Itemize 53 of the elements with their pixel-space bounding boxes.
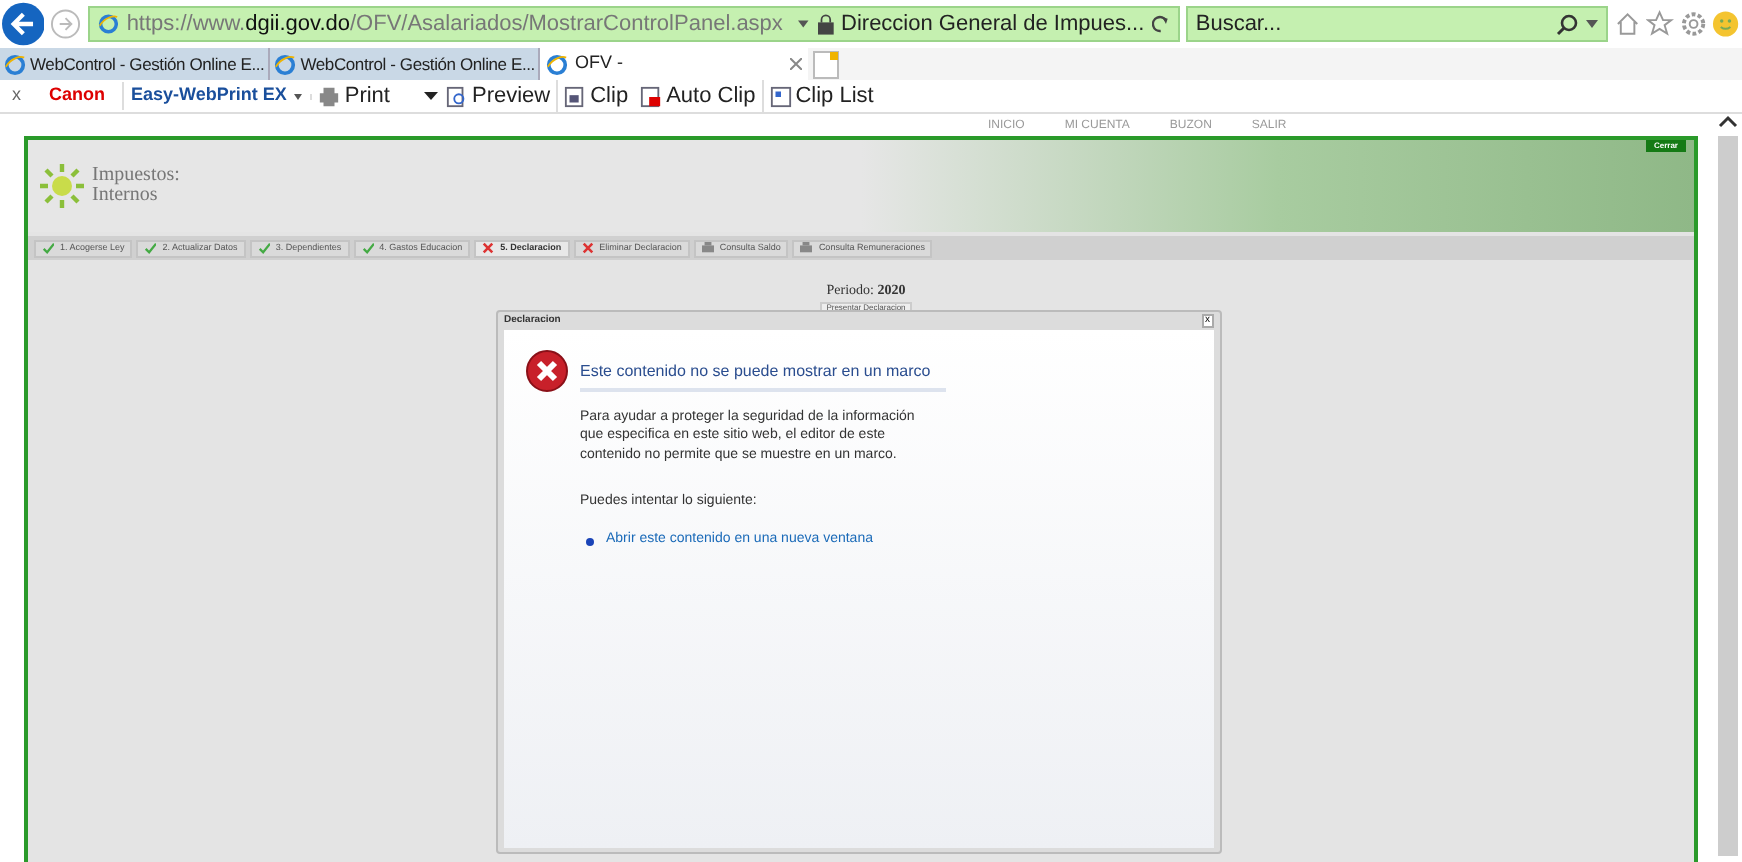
close-toolbar-button[interactable]: x (0, 82, 33, 110)
auto-clip-icon (640, 85, 663, 107)
sun-logo-icon (38, 162, 86, 210)
check-icon (257, 242, 270, 254)
addon-menu[interactable]: Easy-WebPrint EX (123, 82, 295, 110)
url-text: https://www.dgii.gov.do/OFV/Asalariados/MostrarControlPanel.aspx (126, 9, 783, 40)
scroll-thumb[interactable] (1718, 136, 1738, 856)
refresh-icon[interactable] (1152, 14, 1170, 34)
lock-icon (817, 13, 834, 35)
logo-text: Impuestos: (92, 166, 180, 186)
check-icon (361, 242, 374, 254)
toolbar-button[interactable]: Print (312, 79, 396, 113)
ie-icon (546, 53, 569, 75)
error-heading: Este contenido no se puede mostrar en un marco (580, 359, 947, 391)
settings-icon[interactable] (1679, 10, 1707, 38)
address-bar[interactable]: https://www.dgii.gov.do/OFV/Asalariados/MostrarControlPanel.aspx Direccion General de Impues... (87, 6, 1180, 42)
check-icon (42, 242, 54, 254)
star-icon[interactable] (1646, 10, 1674, 38)
back-icon[interactable] (2, 2, 45, 46)
printer-icon (800, 242, 813, 254)
browser-tab[interactable]: OFV - (540, 48, 809, 80)
browser-tab[interactable]: WebControl - Gestión Online E... (0, 48, 271, 80)
new-tab-icon[interactable] (812, 50, 841, 80)
preview-icon (445, 85, 468, 107)
toolbar-button[interactable]: Auto Clip (634, 79, 764, 113)
ie-icon (274, 53, 297, 75)
error-x-icon (482, 242, 495, 254)
canon-logo: Canon (33, 82, 123, 110)
scroll-up-icon[interactable] (1718, 114, 1738, 130)
search-icon[interactable] (1555, 13, 1578, 35)
ie-icon (97, 12, 119, 36)
clip-icon (564, 85, 587, 107)
toolbar-button[interactable]: Clip (558, 79, 635, 113)
search-field[interactable]: Buscar... (1185, 6, 1608, 42)
error-x-icon (581, 242, 594, 254)
home-icon[interactable] (1613, 10, 1641, 38)
printer-icon (701, 242, 714, 254)
ie-icon (4, 53, 26, 75)
smiley-icon[interactable] (1712, 10, 1740, 38)
site-identity[interactable]: Direccion General de Impues... (841, 7, 1145, 41)
browser-tab[interactable]: WebControl - Gestión Online E... (270, 48, 541, 80)
error-icon (526, 350, 568, 392)
bullet-icon (586, 537, 594, 546)
check-icon (144, 242, 157, 254)
forward-icon[interactable] (50, 8, 82, 40)
logo-text: Internos (92, 186, 158, 206)
printer-icon (318, 85, 341, 107)
dropdown-icon[interactable] (423, 92, 438, 100)
toolbar-button[interactable]: Clip List (763, 79, 880, 113)
clip-list-icon (769, 85, 792, 107)
caret-icon[interactable] (294, 93, 303, 99)
toolbar-button[interactable]: Preview (439, 79, 559, 113)
close-tab-icon[interactable] (790, 58, 803, 70)
